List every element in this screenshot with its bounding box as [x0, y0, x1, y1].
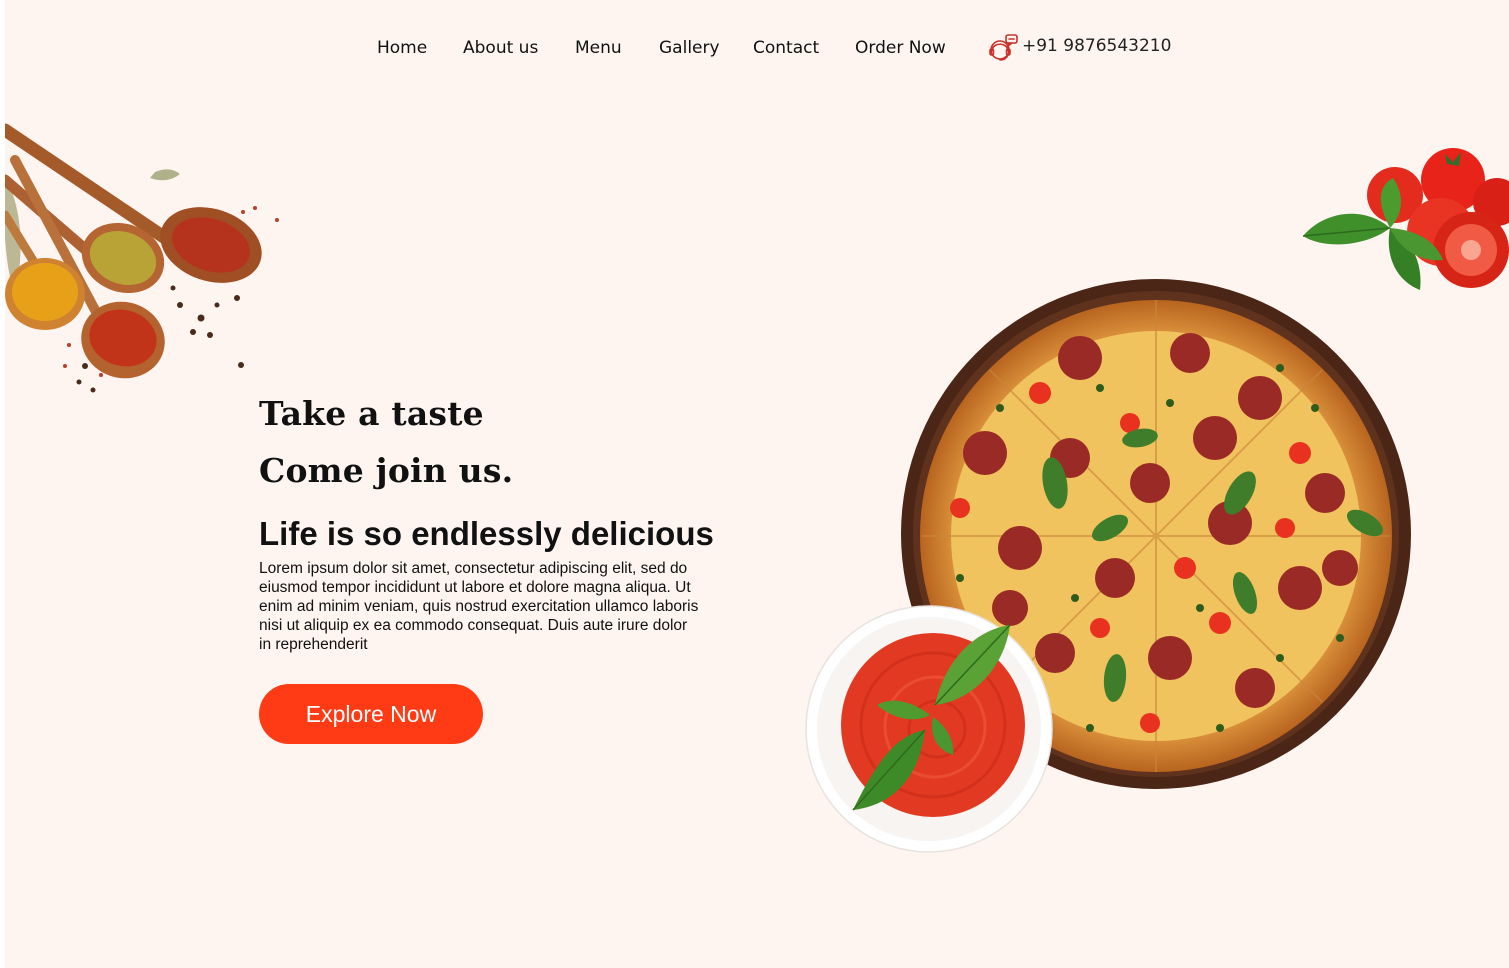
explore-now-button[interactable]: Explore Now [259, 684, 483, 744]
nav-order-now[interactable]: Order Now [855, 38, 946, 58]
hero-subtitle: Life is so endlessly delicious [259, 515, 714, 552]
phone-number[interactable]: +91 9876543210 [1022, 36, 1171, 56]
nav-gallery[interactable]: Gallery [659, 38, 720, 58]
tomato-sauce-bowl-image [805, 605, 1053, 853]
tomatoes-basil-image [1302, 148, 1509, 290]
nav-menu[interactable]: Menu [575, 38, 622, 58]
phone-support-icon [989, 34, 1018, 61]
hero-heading-line1: Take a taste [259, 394, 484, 433]
nav-home[interactable]: Home [377, 38, 427, 58]
phone-contact[interactable]: +91 9876543210 [985, 32, 1171, 66]
nav-contact[interactable]: Contact [753, 38, 819, 58]
hero-description: Lorem ipsum dolor sit amet, consectetur … [259, 560, 699, 653]
hero-heading-line2: Come join us. [259, 451, 514, 490]
page: Home About us Menu Gallery Contact Order… [5, 0, 1509, 968]
main-nav: Home About us Menu Gallery Contact Order… [5, 38, 1509, 64]
spice-spoons-image [5, 123, 279, 393]
nav-about-us[interactable]: About us [463, 38, 538, 58]
